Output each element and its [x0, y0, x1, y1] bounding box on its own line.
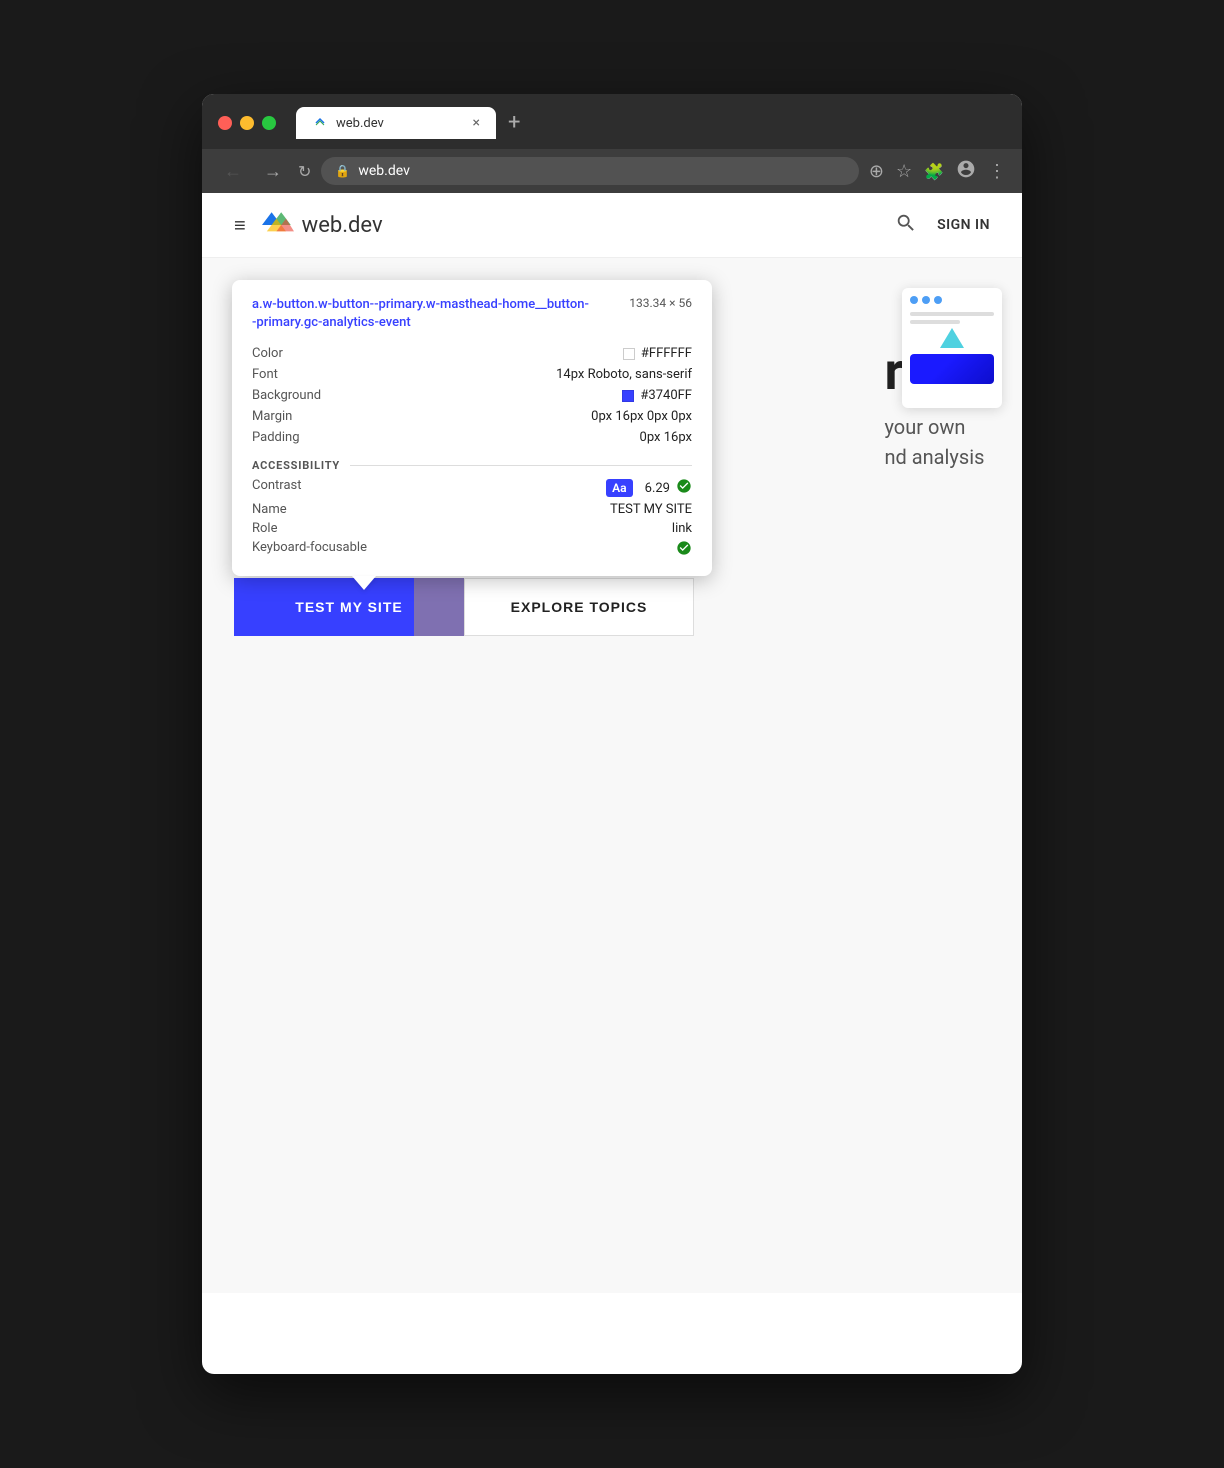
padding-value: 0px 16px: [556, 430, 692, 445]
background-label: Background: [252, 388, 544, 403]
tooltip-properties: Color #FFFFFF Font 14px Roboto, sans-ser…: [252, 346, 692, 445]
browser-titlebar: web.dev × +: [202, 94, 1022, 149]
header-left: ≡ web.dev: [234, 209, 383, 241]
menu-icon[interactable]: ⋮: [988, 161, 1006, 182]
page-content: ≡ web.dev SIGN IN: [202, 193, 1022, 1293]
tab-close-button[interactable]: ×: [473, 115, 480, 131]
tab-favicon: [312, 115, 328, 131]
search-button[interactable]: [895, 212, 917, 239]
hero-buttons: TEST MY SITE EXPLORE TOPICS: [234, 578, 990, 636]
contrast-value: Aa 6.29: [606, 478, 692, 498]
hamburger-menu[interactable]: ≡: [234, 213, 246, 238]
preview-line-2: [910, 320, 960, 324]
url-text: web.dev: [358, 163, 410, 179]
preview-dots: [910, 296, 994, 304]
maximize-button[interactable]: [262, 116, 276, 130]
preview-triangle: [940, 328, 964, 348]
sign-in-button[interactable]: SIGN IN: [937, 217, 990, 233]
accessibility-rows: Contrast Aa 6.29 Name TEST MY SITE Role …: [252, 478, 692, 556]
color-label: Color: [252, 346, 544, 361]
background-swatch: [622, 390, 634, 402]
tab-title-text: web.dev: [336, 116, 465, 131]
margin-value: 0px 16px 0px 0px: [556, 409, 692, 424]
tooltip-selector: a.w-button.w-button--primary.w-masthead-…: [252, 296, 592, 332]
name-label: Name: [252, 502, 594, 517]
name-value: TEST MY SITE: [606, 502, 692, 517]
role-value: link: [606, 521, 692, 536]
back-button[interactable]: ←: [218, 159, 248, 184]
tab-bar: web.dev × +: [296, 106, 530, 139]
color-value: #FFFFFF: [556, 346, 692, 361]
preview-dot-2: [922, 296, 930, 304]
tooltip-dimensions: 133.34 × 56: [629, 296, 692, 310]
logo-svg: [262, 209, 294, 241]
new-tab-button[interactable]: +: [498, 106, 530, 139]
font-value: 14px Roboto, sans-serif: [556, 367, 692, 382]
tooltip-arrow: [352, 576, 376, 590]
zoom-icon[interactable]: ⊕: [869, 161, 884, 182]
color-swatch-white: [623, 348, 635, 360]
hero-area: a.w-button.w-button--primary.w-masthead-…: [202, 258, 1022, 656]
devtools-tooltip: a.w-button.w-button--primary.w-masthead-…: [232, 280, 712, 576]
padding-label: Padding: [252, 430, 544, 445]
close-button[interactable]: [218, 116, 232, 130]
keyboard-check: [606, 540, 692, 556]
toolbar-actions: ⊕ ☆ 🧩 ⋮: [869, 159, 1006, 184]
header-right: SIGN IN: [895, 212, 990, 239]
address-bar[interactable]: 🔒 web.dev: [321, 157, 858, 185]
contrast-check-icon: [676, 478, 692, 498]
browser-window: web.dev × + ← → ↻ 🔒 web.dev ⊕ ☆ 🧩 ⋮: [202, 94, 1022, 1374]
window-controls: web.dev × +: [218, 106, 1006, 139]
site-name: web.dev: [302, 213, 383, 238]
accessibility-divider: ACCESSIBILITY: [252, 459, 692, 472]
accessibility-label: ACCESSIBILITY: [252, 459, 340, 472]
font-label: Font: [252, 367, 544, 382]
minimize-button[interactable]: [240, 116, 254, 130]
extensions-icon[interactable]: 🧩: [924, 162, 944, 181]
browser-toolbar: ← → ↻ 🔒 web.dev ⊕ ☆ 🧩 ⋮: [202, 149, 1022, 193]
preview-wave: [910, 354, 994, 384]
keyboard-label: Keyboard-focusable: [252, 540, 594, 556]
background-value: #3740FF: [556, 388, 692, 403]
lock-icon: 🔒: [335, 164, 350, 178]
role-label: Role: [252, 521, 594, 536]
active-tab[interactable]: web.dev ×: [296, 107, 496, 139]
preview-dot-1: [910, 296, 918, 304]
reload-button[interactable]: ↻: [298, 162, 311, 181]
preview-card: [902, 288, 1002, 408]
account-icon[interactable]: [956, 159, 976, 184]
explore-topics-button[interactable]: EXPLORE TOPICS: [464, 578, 694, 636]
preview-dot-3: [934, 296, 942, 304]
bookmark-icon[interactable]: ☆: [896, 161, 912, 182]
contrast-badge: Aa: [606, 479, 632, 497]
site-header: ≡ web.dev SIGN IN: [202, 193, 1022, 258]
margin-label: Margin: [252, 409, 544, 424]
site-logo[interactable]: web.dev: [262, 209, 383, 241]
test-my-site-button[interactable]: TEST MY SITE: [234, 578, 464, 636]
forward-button[interactable]: →: [258, 159, 288, 184]
divider-line: [350, 465, 692, 466]
preview-line-1: [910, 312, 994, 316]
contrast-label: Contrast: [252, 478, 594, 498]
tooltip-header: a.w-button.w-button--primary.w-masthead-…: [252, 296, 692, 332]
